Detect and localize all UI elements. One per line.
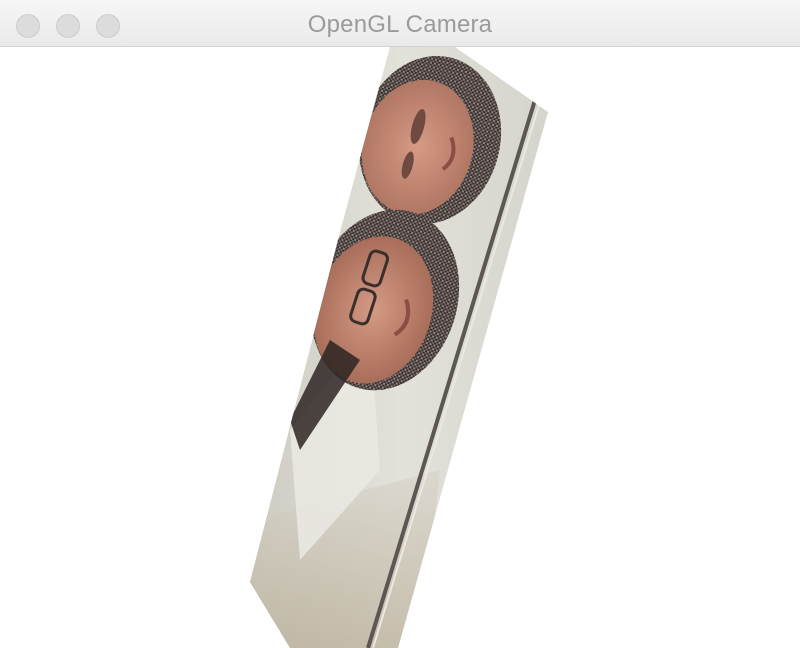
app-window: OpenGL Camera (0, 0, 800, 648)
title-bar[interactable]: OpenGL Camera (0, 0, 800, 47)
video-texture-quad (250, 47, 548, 648)
opengl-canvas[interactable] (0, 47, 800, 648)
window-title: OpenGL Camera (307, 11, 493, 38)
camera-feed-render (250, 47, 548, 648)
